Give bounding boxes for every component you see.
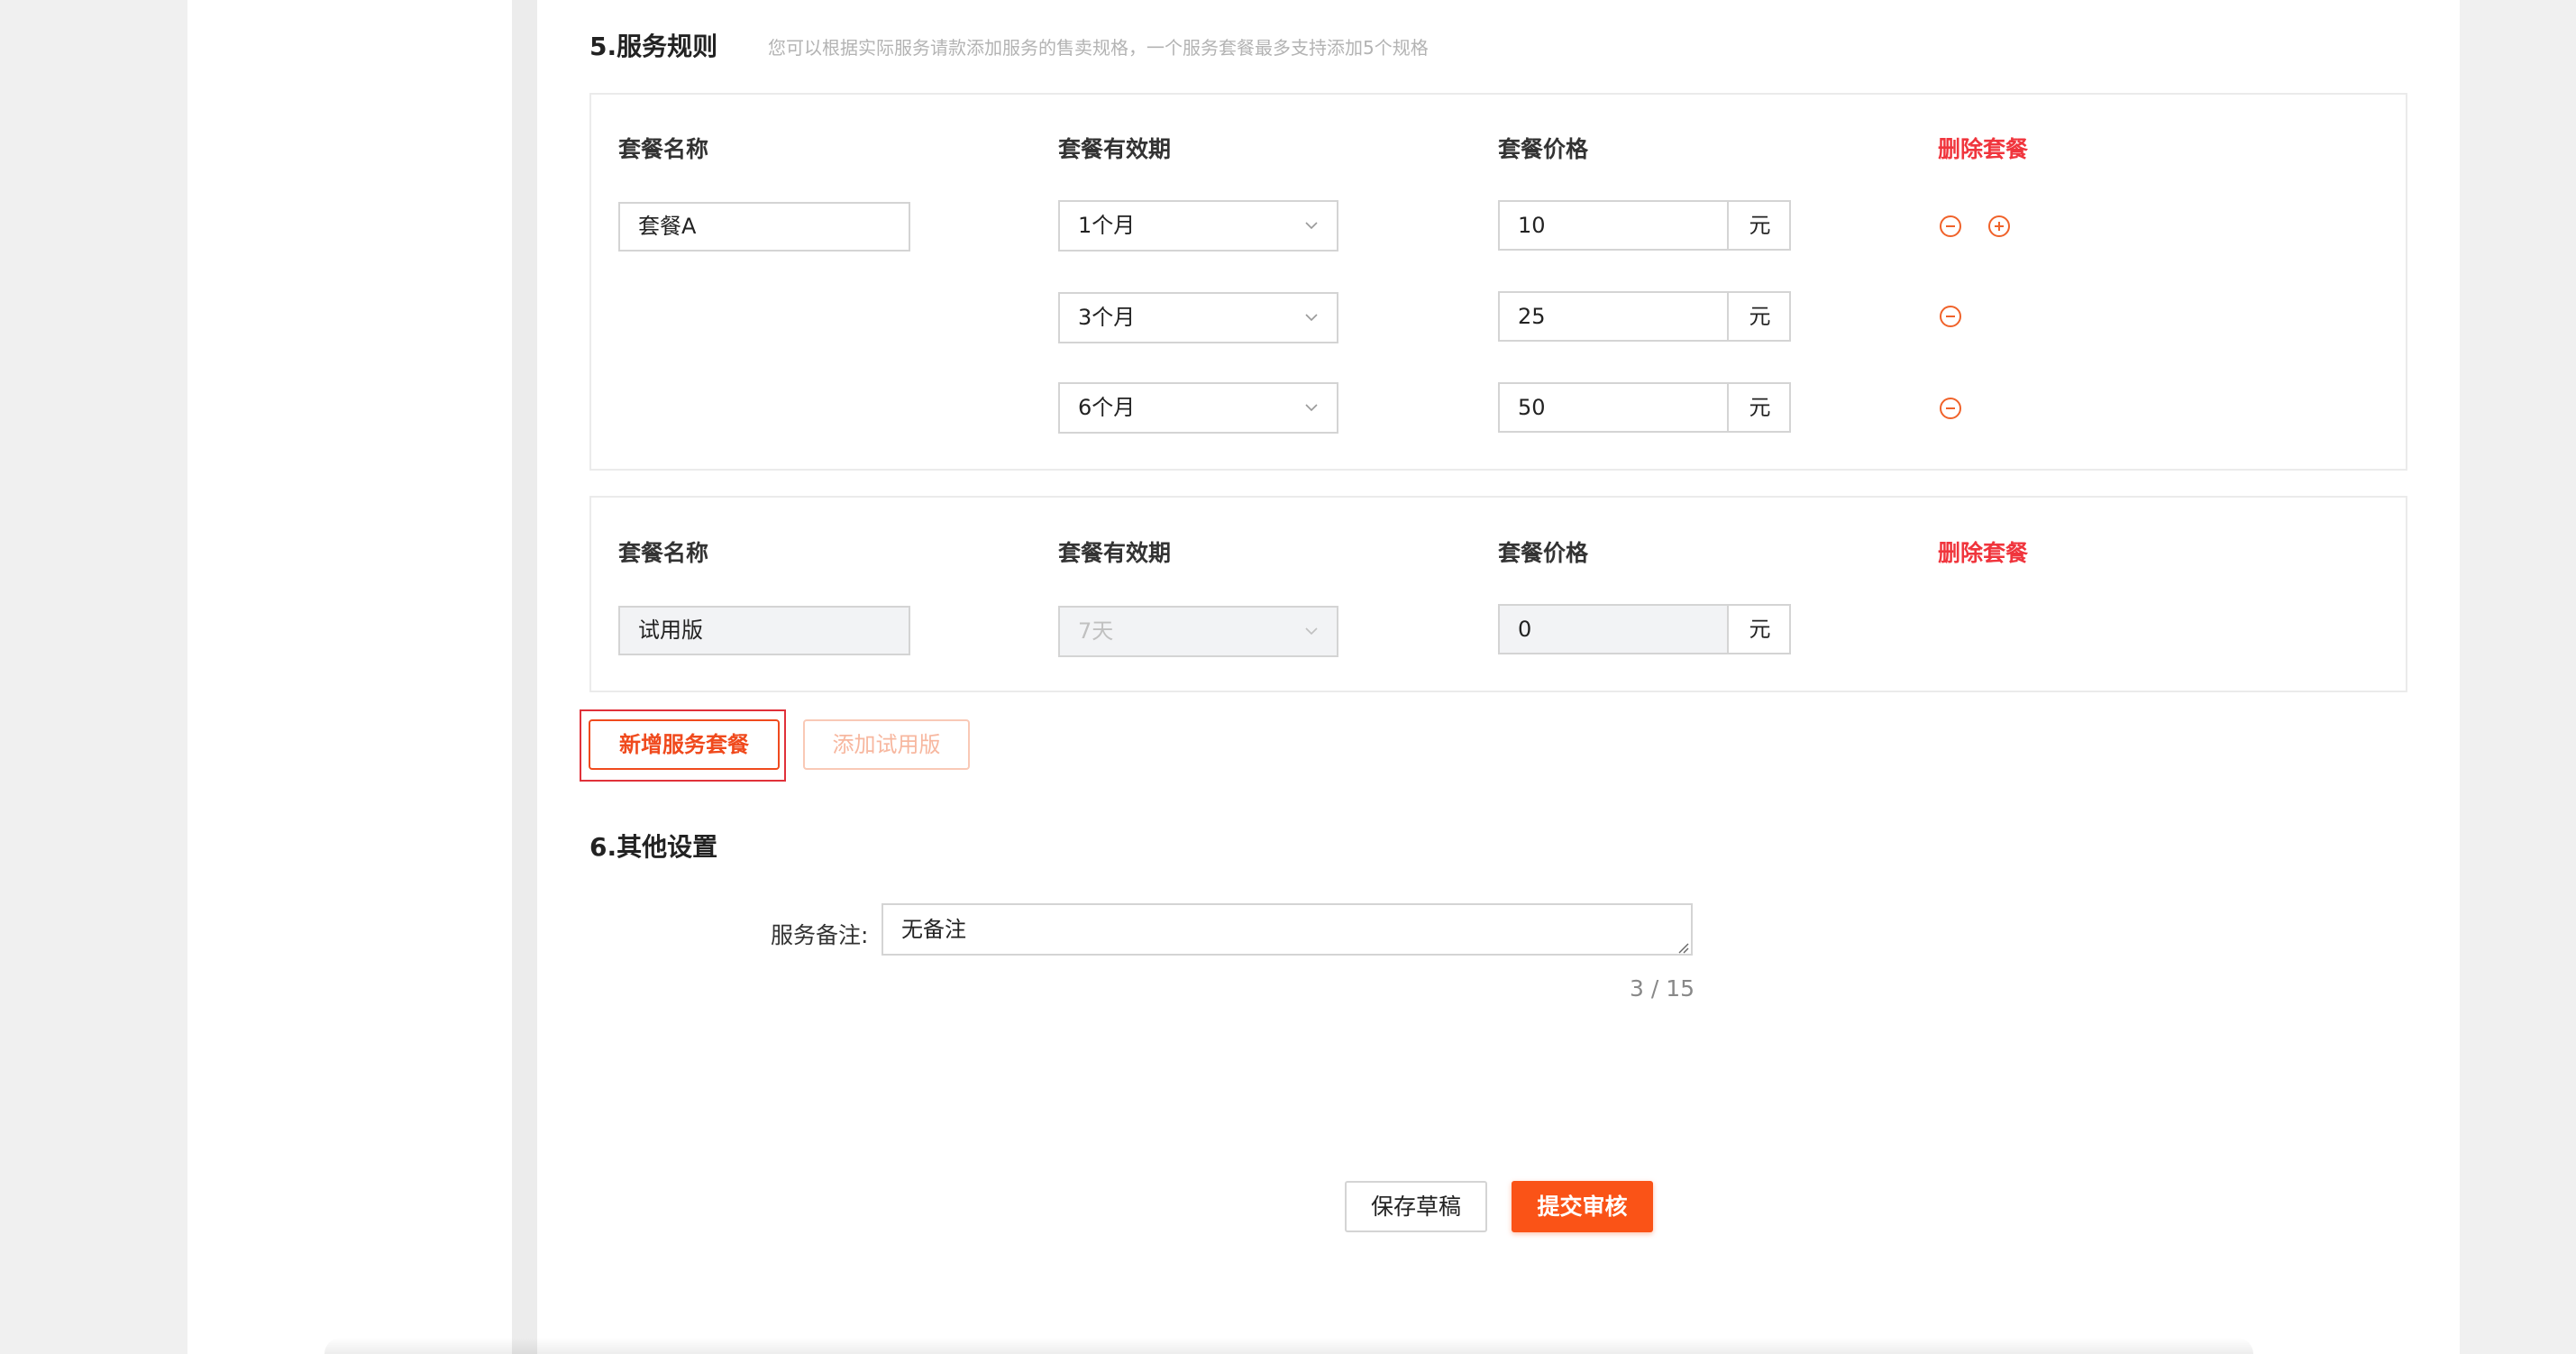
- section-hint-service-rules: 您可以根据实际服务请款添加服务的售卖规格，一个服务套餐最多支持添加5个规格: [768, 37, 1429, 59]
- save-draft-button[interactable]: 保存草稿: [1345, 1181, 1487, 1232]
- left-white-panel: [187, 0, 512, 1354]
- price-input: 0: [1500, 606, 1729, 653]
- price-input[interactable]: 10: [1500, 202, 1729, 249]
- column-label-validity: 套餐有效期: [1058, 136, 1172, 162]
- resize-handle-icon[interactable]: [1676, 941, 1689, 954]
- column-label-price: 套餐价格: [1498, 136, 1589, 162]
- price-input-group: 0 元: [1498, 604, 1791, 654]
- price-unit: 元: [1749, 304, 1771, 329]
- validity-select-value: 7天: [1078, 618, 1114, 644]
- gray-divider-strip: [512, 0, 537, 1354]
- column-label-name: 套餐名称: [618, 136, 709, 162]
- validity-select: 7天: [1058, 606, 1338, 657]
- package-name-input: 试用版: [618, 606, 910, 655]
- chevron-down-icon: [1305, 314, 1318, 322]
- validity-select-value: 6个月: [1078, 395, 1136, 420]
- price-unit: 元: [1749, 213, 1771, 238]
- package-card-trial: [589, 496, 2407, 692]
- minus-circle-icon[interactable]: [1939, 397, 1962, 420]
- chevron-down-icon: [1305, 222, 1318, 230]
- validity-select[interactable]: 1个月: [1058, 200, 1338, 252]
- section-title-other-settings: 6.其他设置: [589, 832, 718, 862]
- validity-select[interactable]: 3个月: [1058, 292, 1338, 343]
- delete-package-link[interactable]: 删除套餐: [1938, 535, 2028, 568]
- package-name-input[interactable]: 套餐A: [618, 202, 910, 252]
- validity-select-value: 3个月: [1078, 305, 1136, 330]
- validity-select-value: 1个月: [1078, 213, 1136, 238]
- price-input-group[interactable]: 25 元: [1498, 291, 1791, 342]
- remark-textarea[interactable]: 无备注: [882, 903, 1693, 956]
- chevron-down-icon: [1305, 404, 1318, 412]
- validity-select[interactable]: 6个月: [1058, 382, 1338, 434]
- chevron-down-icon: [1305, 627, 1318, 636]
- price-input[interactable]: 25: [1500, 293, 1729, 340]
- price-input-group[interactable]: 10 元: [1498, 200, 1791, 251]
- bottom-shadow: [324, 1338, 2253, 1354]
- remark-label: 服务备注:: [771, 922, 869, 948]
- price-unit: 元: [1749, 617, 1771, 642]
- column-label-name: 套餐名称: [618, 540, 709, 566]
- plus-circle-icon[interactable]: [1987, 215, 2011, 238]
- price-input-group[interactable]: 50 元: [1498, 382, 1791, 433]
- delete-package-link[interactable]: 删除套餐: [1938, 132, 2028, 164]
- submit-review-button[interactable]: 提交审核: [1512, 1181, 1653, 1232]
- section-title-service-rules: 5.服务规则: [589, 32, 718, 61]
- add-service-package-button[interactable]: 新增服务套餐: [589, 719, 780, 770]
- add-trial-button[interactable]: 添加试用版: [803, 719, 970, 770]
- minus-circle-icon[interactable]: [1939, 215, 1962, 238]
- char-counter: 3 / 15: [1630, 975, 1695, 1002]
- minus-circle-icon[interactable]: [1939, 305, 1962, 328]
- price-unit: 元: [1749, 395, 1771, 420]
- column-label-validity: 套餐有效期: [1058, 540, 1172, 566]
- price-input[interactable]: 50: [1500, 384, 1729, 431]
- column-label-price: 套餐价格: [1498, 540, 1589, 566]
